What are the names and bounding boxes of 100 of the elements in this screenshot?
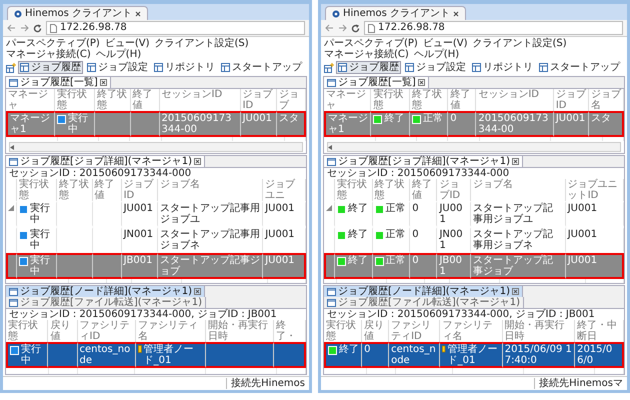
cell-text: マネージャ1 <box>328 113 368 135</box>
horizontal-scrollbar[interactable] <box>327 142 621 152</box>
column-header[interactable]: ジョブID <box>242 89 274 111</box>
menu-item[interactable]: ヘルプ(H) <box>96 49 142 60</box>
table-row[interactable]: マネージャ1 終了 正常 0 20150609173344-00 JU001 スタ <box>324 111 624 137</box>
column-header[interactable]: 終了・ <box>276 320 303 342</box>
scroll-left-icon[interactable] <box>10 144 14 150</box>
column-header[interactable]: 開始・再実行日時 <box>208 320 271 342</box>
reload-icon[interactable] <box>33 24 42 32</box>
perspective-button[interactable]: ジョブ設定 <box>85 61 150 74</box>
tree-toggle-icon[interactable] <box>326 205 332 211</box>
close-icon[interactable] <box>100 79 107 86</box>
column-header[interactable]: 実行状態 <box>373 89 407 111</box>
column-header[interactable]: ジョブID <box>439 179 468 201</box>
horizontal-scrollbar[interactable] <box>9 142 303 152</box>
column-header[interactable]: 終了値 <box>132 89 157 111</box>
column-header[interactable]: 終了状態 <box>412 89 446 111</box>
perspective-button[interactable]: スタートアップ <box>537 61 622 74</box>
menu-item[interactable]: マネージャ接続(C) <box>324 49 409 60</box>
column-header[interactable]: 実行状態 <box>8 320 46 342</box>
table-row[interactable]: マネージャ1 実行中 20150609173344-00 JU001 スタ <box>6 111 306 137</box>
menu-item[interactable]: パースペクティブ(P) <box>6 38 100 49</box>
column-header[interactable]: セッションID <box>162 89 238 100</box>
menu-item[interactable]: マネージャ接続(C) <box>6 49 91 60</box>
menu-item[interactable]: クライアント設定(S) <box>154 38 249 49</box>
column-header[interactable]: マネージャ <box>326 89 368 111</box>
perspective-button[interactable]: スタートアップ <box>219 61 304 74</box>
perspective-icon[interactable] <box>324 62 334 72</box>
close-icon[interactable] <box>512 288 519 295</box>
close-icon[interactable] <box>512 158 519 165</box>
column-header[interactable]: 終了状態 <box>96 89 128 111</box>
column-header[interactable]: 戻り値 <box>50 320 74 342</box>
column-header[interactable]: ファシリティID <box>80 320 133 342</box>
table-row[interactable]: 終了 0 centos_node 管理者ノード_01 2015/06/09 17:40:0 2015/06/0 <box>324 342 624 368</box>
perspective-button[interactable]: ジョブ設定 <box>403 61 468 74</box>
table-row[interactable]: 実行中 JU001 スタートアップ記事用ジョブユ JU001 <box>6 201 306 227</box>
view-tab[interactable]: ジョブ履歴[一覧] <box>324 77 429 88</box>
column-header[interactable]: ジョブ名 <box>473 179 563 190</box>
close-icon[interactable] <box>418 79 425 86</box>
perspective-icon[interactable] <box>6 62 16 72</box>
view-tab[interactable]: ジョブ履歴[一覧] <box>6 77 111 88</box>
column-header[interactable]: 終了・中断日 <box>577 320 621 342</box>
column-header[interactable]: 終了値 <box>94 179 119 201</box>
menu-item[interactable]: ヘルプ(H) <box>414 49 460 60</box>
column-header[interactable]: 戻り値 <box>364 320 386 342</box>
table-row[interactable]: 実行中 centos_node 管理者ノード_01 <box>6 342 306 368</box>
menu-item[interactable]: パースペクティブ(P) <box>324 38 418 49</box>
address-field[interactable]: 172.26.98.78 <box>364 21 623 35</box>
column-header[interactable]: 終了状態 <box>374 179 408 201</box>
menu-item[interactable]: クライアント設定(S) <box>472 38 567 49</box>
column-header[interactable]: ファシリティ名 <box>442 320 500 342</box>
view-tab[interactable]: ジョブ履歴[ファイル転送](マネージャ1) <box>6 297 206 308</box>
reload-icon[interactable] <box>351 24 360 32</box>
forward-arrow-icon[interactable] <box>338 24 347 32</box>
column-header[interactable]: マネージャ <box>8 89 52 111</box>
close-icon[interactable] <box>135 10 142 16</box>
close-icon[interactable] <box>194 158 201 165</box>
forward-arrow-icon[interactable] <box>20 24 29 32</box>
column-header[interactable]: 実行状態 <box>326 320 360 342</box>
column-header[interactable]: ジョブユニットID <box>568 179 621 201</box>
column-header[interactable]: 開始・再実行日時 <box>504 320 572 342</box>
column-header[interactable]: 実行状態 <box>337 179 370 201</box>
column-header[interactable]: ジョブ名 <box>590 89 621 111</box>
perspective-button[interactable]: リポジトリ <box>470 61 535 74</box>
perspective-button[interactable]: ジョブ履歴 <box>336 61 401 74</box>
column-header[interactable]: ジョブ名 <box>160 179 260 190</box>
browser-tab[interactable]: Hinemos クライアント <box>7 6 148 20</box>
menu-item[interactable]: ビュー(V) <box>422 38 468 49</box>
view-tab[interactable]: ジョブ履歴[ジョブ詳細](マネージャ1) <box>6 156 205 167</box>
menu-item[interactable]: ビュー(V) <box>104 38 150 49</box>
back-arrow-icon[interactable] <box>325 24 334 32</box>
column-header[interactable]: ジョブID <box>556 89 586 111</box>
view-tab[interactable]: ジョブ履歴[ジョブ詳細](マネージャ1) <box>324 156 523 167</box>
view-tab[interactable]: ジョブ履歴[ノード詳細](マネージャ1) <box>6 286 205 297</box>
close-icon[interactable] <box>194 288 201 295</box>
view-tab[interactable]: ジョブ履歴[ノード詳細](マネージャ1) <box>324 286 523 297</box>
perspective-button[interactable]: ジョブ履歴 <box>18 61 83 74</box>
cell-text: JU001 <box>265 203 295 214</box>
column-header[interactable]: セッションID <box>478 89 551 100</box>
address-field[interactable]: 172.26.98.78 <box>46 21 305 35</box>
table-row[interactable]: 実行中 JB001 スタートアップ記事ジョブ JU001 <box>6 253 306 279</box>
close-icon[interactable] <box>453 10 460 16</box>
column-header[interactable]: ジョブID <box>124 179 155 201</box>
back-arrow-icon[interactable] <box>7 24 16 32</box>
tree-toggle-icon[interactable] <box>8 205 14 211</box>
column-header[interactable]: ファシリティID <box>391 320 438 342</box>
column-header[interactable]: 終了値 <box>450 89 474 111</box>
perspective-button[interactable]: リポジトリ <box>152 61 217 74</box>
column-header[interactable]: ファシリティ名 <box>138 320 204 342</box>
table-row[interactable]: 終了 正常 0 JU001 スタートアップ記事用ジョブユ JU001 <box>324 201 624 227</box>
table-row[interactable]: 終了 正常 0 JB001 スタートアップ記事ジョブ JU001 <box>324 253 624 279</box>
view-tab[interactable]: ジョブ履歴[ファイル転送](マネージャ1) <box>324 297 524 308</box>
column-header[interactable]: ジョブユニ <box>265 179 303 201</box>
column-header[interactable]: 実行状態 <box>57 89 92 111</box>
column-header[interactable]: 終了状態 <box>58 179 90 201</box>
browser-tab[interactable]: Hinemos クライアント <box>325 6 466 20</box>
scroll-left-icon[interactable] <box>328 144 332 150</box>
column-header[interactable]: 実行状態 <box>19 179 54 201</box>
column-header[interactable]: 終了値 <box>412 179 434 201</box>
column-header[interactable]: ジョブ <box>278 89 303 111</box>
